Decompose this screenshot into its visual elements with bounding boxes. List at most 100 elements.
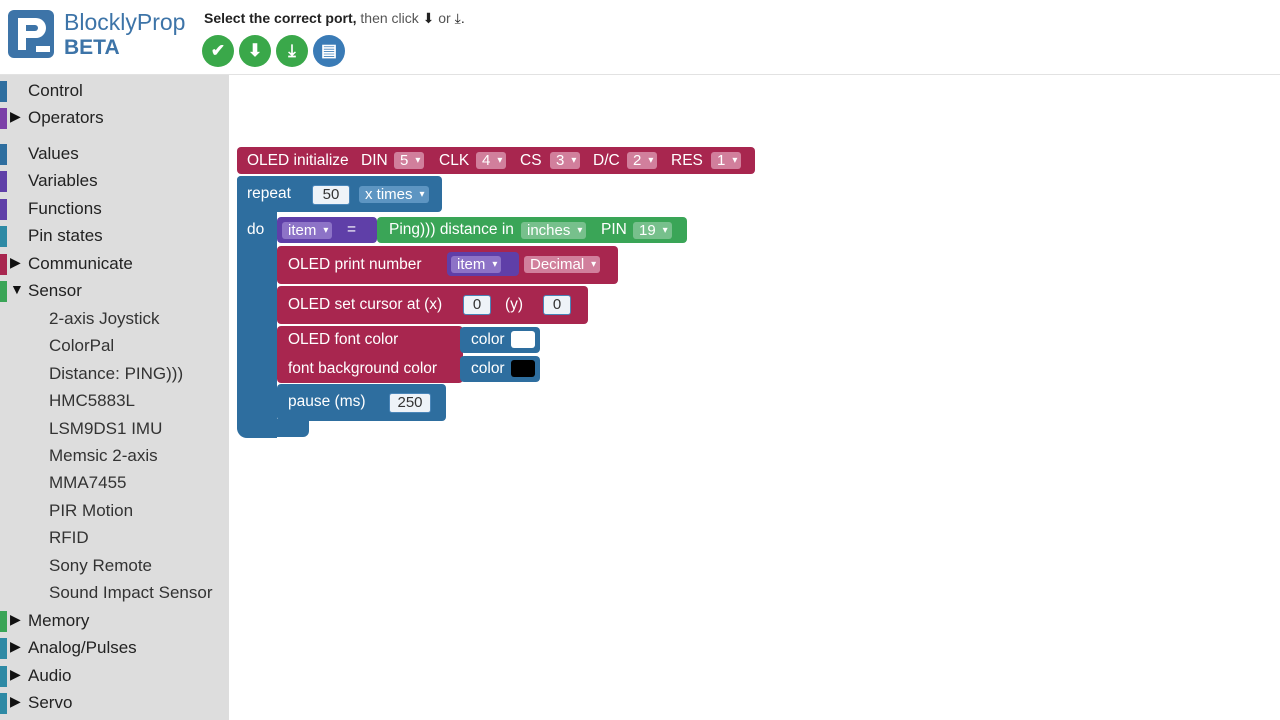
- clk-dropdown[interactable]: 4: [476, 152, 507, 169]
- category-color-bar: [0, 226, 7, 247]
- block-label: OLED set cursor at (x): [288, 296, 443, 313]
- load-ram-button[interactable]: ⬇: [239, 35, 271, 67]
- color-value-block[interactable]: color: [460, 327, 540, 353]
- pause-block[interactable]: pause (ms) 250: [277, 384, 446, 421]
- sensor-item-hmc5883l[interactable]: HMC5883L: [49, 391, 135, 411]
- block-label: OLED print number: [288, 256, 422, 273]
- sensor-item-memsic[interactable]: Memsic 2-axis: [49, 446, 158, 466]
- terminal-icon: ▤: [320, 41, 338, 60]
- sensor-item-sound-impact[interactable]: Sound Impact Sensor: [49, 583, 212, 603]
- check-icon: ✔: [210, 41, 226, 60]
- sensor-item-lsm9ds1[interactable]: LSM9DS1 IMU: [49, 419, 162, 439]
- category-label: Servo: [28, 693, 73, 712]
- din-dropdown[interactable]: 5: [394, 152, 425, 169]
- color-swatch-black[interactable]: [511, 360, 535, 377]
- category-analog-pulses[interactable]: ▶ Analog/Pulses: [0, 635, 229, 661]
- font-bg-color-label: font background color: [288, 360, 438, 377]
- compile-button[interactable]: ✔: [202, 35, 234, 67]
- variable-get-block[interactable]: item: [447, 252, 519, 276]
- res-label: RES: [671, 152, 703, 169]
- pin-label: PIN: [601, 221, 627, 238]
- category-label: Functions: [28, 199, 102, 218]
- category-servo[interactable]: ▶ Servo: [0, 690, 229, 716]
- cs-dropdown[interactable]: 3: [550, 152, 581, 169]
- cursor-x-input[interactable]: 0: [463, 295, 491, 315]
- category-label: Variables: [28, 171, 98, 190]
- expand-arrow-icon: ▶: [10, 108, 21, 124]
- download-tray-icon: ⤓: [454, 10, 461, 26]
- dc-dropdown[interactable]: 2: [627, 152, 658, 169]
- category-variables[interactable]: Variables: [0, 168, 229, 194]
- cs-label: CS: [520, 152, 542, 169]
- y-label: (y): [505, 296, 524, 313]
- repeat-label: repeat: [247, 185, 291, 202]
- variable-dropdown[interactable]: item: [282, 222, 333, 239]
- blocklyprop-logo-icon: [8, 10, 54, 58]
- category-memory[interactable]: ▶ Memory: [0, 608, 229, 634]
- unit-dropdown[interactable]: inches: [521, 222, 587, 239]
- pin-dropdown[interactable]: 19: [633, 222, 672, 239]
- color-label: color: [471, 331, 505, 348]
- serial-terminal-button[interactable]: ▤: [313, 35, 345, 67]
- res-dropdown[interactable]: 1: [711, 152, 742, 169]
- expand-arrow-icon: ▶: [10, 638, 21, 654]
- category-label: Audio: [28, 666, 72, 685]
- instruction-bold: Select the correct port,: [204, 10, 357, 26]
- category-sensor[interactable]: ▼ Sensor: [0, 278, 229, 304]
- sensor-item-joystick[interactable]: 2-axis Joystick: [49, 309, 160, 329]
- sensor-item-pir[interactable]: PIR Motion: [49, 501, 133, 521]
- expand-arrow-icon: ▶: [10, 611, 21, 627]
- brand-badge: BETA: [64, 36, 120, 59]
- ping-label: Ping))) distance in: [389, 221, 514, 238]
- category-pin-states[interactable]: Pin states: [0, 223, 229, 249]
- block-label: OLED initialize: [247, 152, 349, 169]
- dc-label: D/C: [593, 152, 620, 169]
- sensor-item-mma7455[interactable]: MMA7455: [49, 473, 126, 493]
- oled-set-cursor-block[interactable]: OLED set cursor at (x) 0 (y) 0: [277, 286, 588, 324]
- repeat-mode-dropdown[interactable]: x times: [359, 186, 429, 203]
- category-label: Pin states: [28, 226, 103, 245]
- expand-arrow-icon: ▶: [10, 254, 21, 270]
- oled-font-color-block[interactable]: OLED font color font background color: [277, 326, 463, 383]
- repeat-block-header[interactable]: repeat 50 x times: [237, 176, 442, 212]
- brand: BlocklyProp BETA: [64, 9, 185, 61]
- oled-initialize-block[interactable]: OLED initialize DIN 5 CLK 4 CS 3 D/C 2 R…: [237, 147, 755, 174]
- category-values[interactable]: Values: [0, 141, 229, 167]
- instruction-rest: then click: [360, 10, 419, 26]
- bg-color-value-block[interactable]: color: [460, 356, 540, 382]
- din-label: DIN: [361, 152, 388, 169]
- category-audio[interactable]: ▶ Audio: [0, 663, 229, 689]
- blockly-workspace[interactable]: OLED initialize DIN 5 CLK 4 CS 3 D/C 2 R…: [230, 75, 1280, 720]
- category-label: Control: [28, 81, 83, 100]
- variable-dropdown[interactable]: item: [451, 256, 502, 273]
- repeat-block-body[interactable]: [237, 176, 277, 438]
- pause-ms-input[interactable]: 250: [389, 393, 431, 413]
- format-dropdown[interactable]: Decimal: [524, 256, 601, 273]
- category-color-bar: [0, 638, 7, 659]
- sensor-item-colorpal[interactable]: ColorPal: [49, 336, 114, 356]
- category-label: Operators: [28, 108, 104, 127]
- download-arrow-icon: ⬇: [422, 10, 435, 26]
- cursor-y-input[interactable]: 0: [543, 295, 571, 315]
- collapse-arrow-icon: ▼: [10, 281, 24, 297]
- category-operators[interactable]: ▶ Operators: [0, 105, 229, 131]
- sensor-item-sony-remote[interactable]: Sony Remote: [49, 556, 152, 576]
- header: BlocklyProp BETA Select the correct port…: [0, 0, 1280, 75]
- ping-distance-block[interactable]: Ping))) distance in inches PIN 19: [377, 217, 687, 243]
- color-label: color: [471, 360, 505, 377]
- category-functions[interactable]: Functions: [0, 196, 229, 222]
- color-swatch-white[interactable]: [511, 331, 535, 348]
- download-tray-icon: ⤓: [288, 41, 296, 60]
- oled-print-number-block[interactable]: OLED print number item Decimal: [277, 246, 618, 284]
- load-eeprom-button[interactable]: ⤓: [276, 35, 308, 67]
- sensor-item-ping[interactable]: Distance: PING))): [49, 364, 183, 384]
- expand-arrow-icon: ▶: [10, 693, 21, 709]
- category-control[interactable]: Control: [0, 78, 229, 104]
- variable-set-block[interactable]: item =: [277, 217, 377, 243]
- category-communicate[interactable]: ▶ Communicate: [0, 251, 229, 277]
- repeat-count-input[interactable]: 50: [312, 185, 350, 205]
- sensor-item-rfid[interactable]: RFID: [49, 528, 89, 548]
- download-arrow-icon: ⬇: [247, 41, 263, 60]
- block-label: pause (ms): [288, 393, 366, 410]
- category-color-bar: [0, 693, 7, 714]
